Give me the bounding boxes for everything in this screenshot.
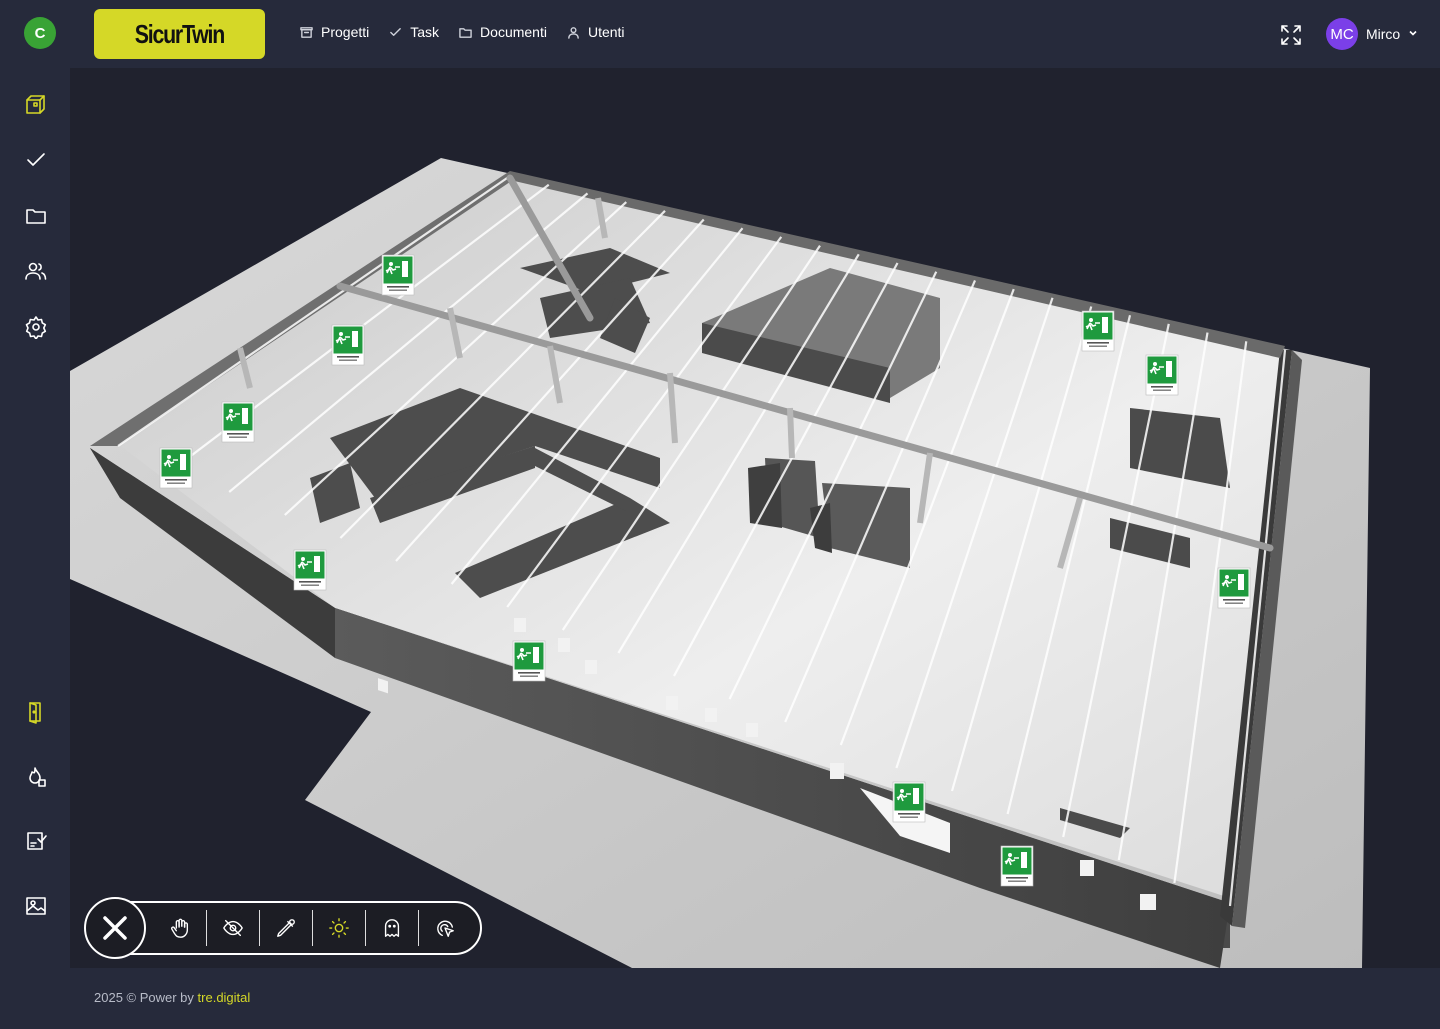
top-bar: SicurTwin Progetti Task Documenti Utenti… <box>70 0 1440 68</box>
fire-icon[interactable] <box>22 763 50 791</box>
measure-icon[interactable] <box>260 910 312 946</box>
chevron-down-icon <box>1408 25 1418 43</box>
hand-pan-icon[interactable] <box>154 910 206 946</box>
folder-icon[interactable] <box>22 202 50 230</box>
nav-progetti[interactable]: Progetti <box>300 24 369 40</box>
building-3d-model[interactable] <box>70 68 1440 968</box>
select-icon[interactable] <box>419 910 471 946</box>
user-name: Mirco <box>1366 26 1401 42</box>
user-menu[interactable]: MC Mirco <box>1326 18 1418 50</box>
user-icon <box>568 26 579 39</box>
footer-text: 2025 © Power by <box>94 990 198 1005</box>
image-icon[interactable] <box>22 892 50 920</box>
avatar: MC <box>1326 18 1358 50</box>
nav-utenti[interactable]: Utenti <box>567 24 625 40</box>
toolbar-divider <box>418 910 419 946</box>
hide-icon[interactable] <box>207 910 259 946</box>
nav-utenti-label: Utenti <box>587 24 625 40</box>
check-icon <box>390 27 402 36</box>
nav-documenti-label: Documenti <box>480 24 547 40</box>
app-logo[interactable]: SicurTwin <box>94 9 265 59</box>
nav-task[interactable]: Task <box>389 24 439 40</box>
brand-badge[interactable]: C <box>24 17 56 49</box>
main-nav: Progetti Task Documenti Utenti <box>300 24 625 40</box>
folder-icon <box>459 27 472 38</box>
fullscreen-icon[interactable] <box>1280 24 1302 46</box>
toolbar-divider <box>259 910 260 946</box>
users-icon[interactable] <box>22 257 50 285</box>
check-icon[interactable] <box>22 146 50 174</box>
box-icon <box>300 26 313 38</box>
footer: 2025 © Power by tre.digital <box>94 990 250 1005</box>
light-icon[interactable] <box>313 910 365 946</box>
ghost-icon[interactable] <box>366 910 418 946</box>
cube-icon[interactable] <box>22 91 50 119</box>
toolbar-divider <box>365 910 366 946</box>
toolbar-divider <box>312 910 313 946</box>
close-icon[interactable] <box>84 897 146 959</box>
toolbar-divider <box>206 910 207 946</box>
nav-documenti[interactable]: Documenti <box>459 24 547 40</box>
viewer-toolbar <box>84 897 482 959</box>
footer-link[interactable]: tre.digital <box>198 990 251 1005</box>
settings-icon[interactable] <box>22 313 50 341</box>
nav-progetti-label: Progetti <box>321 24 370 40</box>
nav-task-label: Task <box>410 24 440 40</box>
checklist-icon[interactable] <box>22 827 50 855</box>
viewer-tools <box>128 901 482 955</box>
emergency-door-icon[interactable] <box>22 698 50 726</box>
model-viewer[interactable] <box>70 68 1440 968</box>
left-sidebar: C <box>0 0 70 1029</box>
